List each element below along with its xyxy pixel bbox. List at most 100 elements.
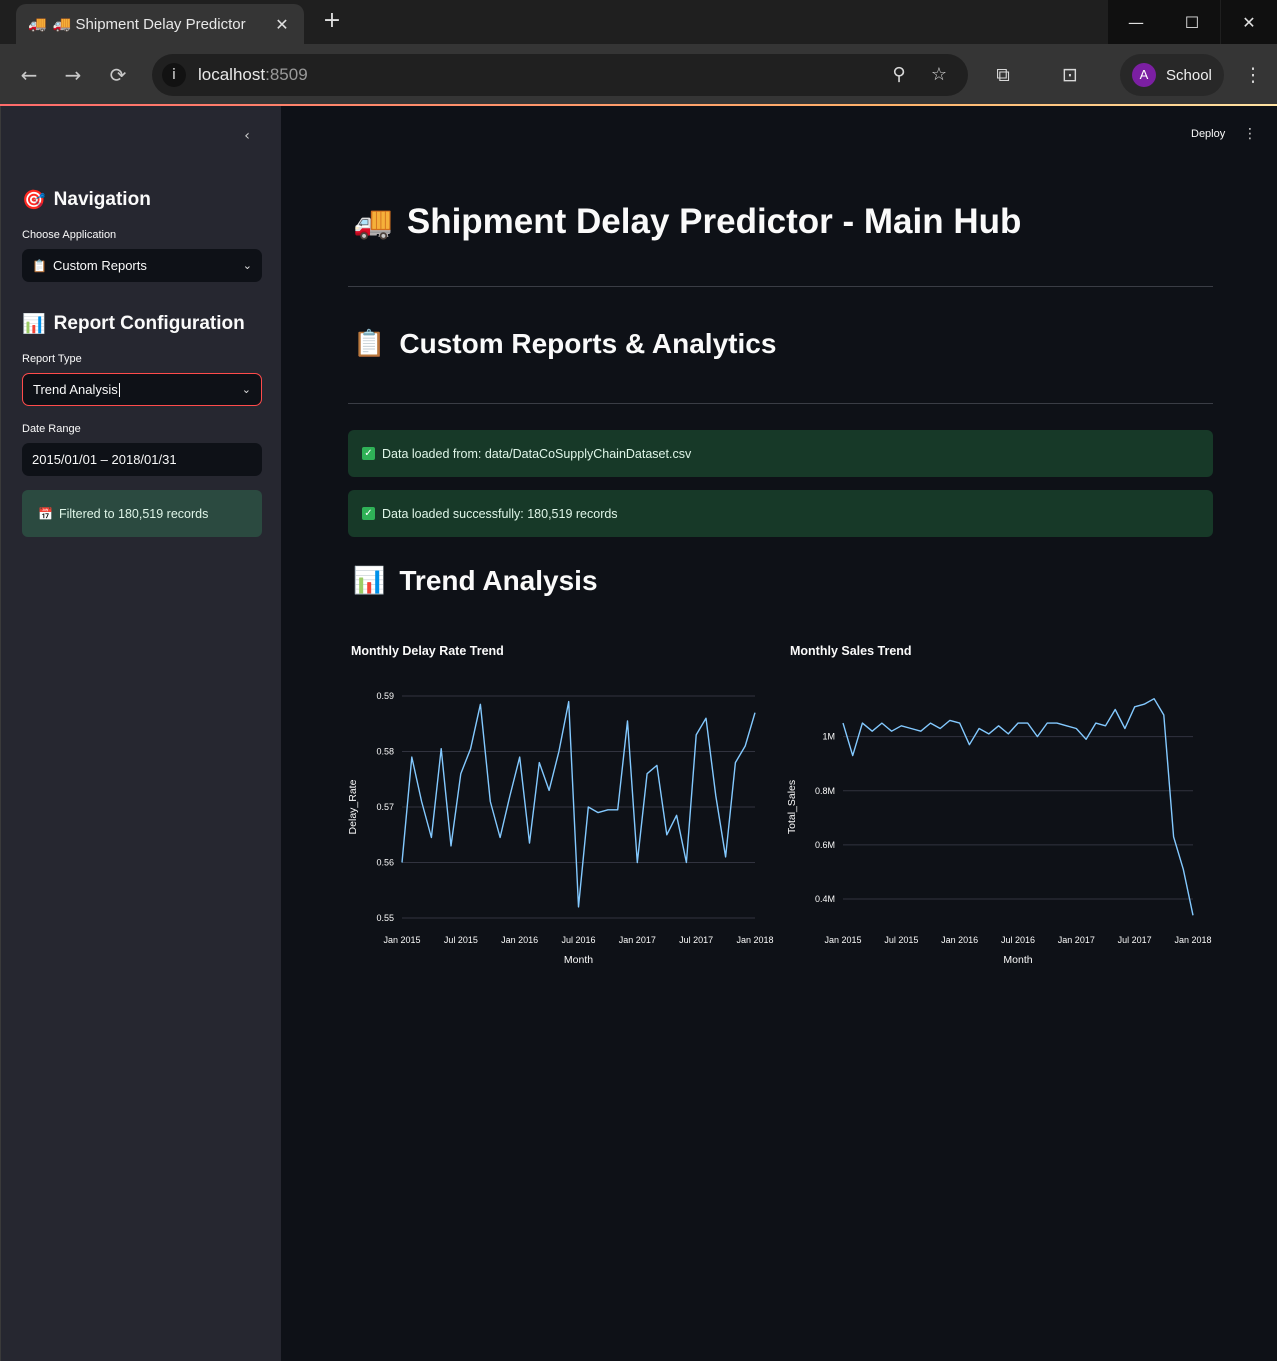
- browser-tab[interactable]: 🚚 🚚 Shipment Delay Predictor ✕: [16, 4, 304, 44]
- report-type-label: Report Type: [22, 353, 82, 365]
- address-url[interactable]: localhost:8509: [198, 65, 308, 85]
- tab-title: 🚚 Shipment Delay Predictor: [52, 16, 246, 33]
- profile-button[interactable]: A School: [1120, 54, 1224, 96]
- divider: [348, 286, 1213, 287]
- x-tick-label: Jan 2017: [619, 935, 656, 945]
- target-icon: 🎯: [22, 189, 46, 211]
- x-tick-label: Jan 2018: [1174, 935, 1211, 945]
- window-close-button[interactable]: ✕: [1221, 0, 1277, 44]
- x-tick-label: Jan 2018: [736, 935, 773, 945]
- application-select-value: Custom Reports: [52, 258, 147, 273]
- filter-info-text: Filtered to 180,519 records: [58, 506, 209, 521]
- window-maximize-button[interactable]: ☐: [1164, 0, 1220, 44]
- success-alert-text: Data loaded successfully: 180,519 record…: [382, 506, 618, 521]
- x-tick-label: Jul 2015: [444, 935, 478, 945]
- url-port: :8509: [265, 65, 308, 84]
- y-axis-label: Delay_Rate: [348, 779, 359, 834]
- avatar: A: [1132, 63, 1156, 87]
- url-host: localhost: [198, 65, 266, 84]
- chevron-down-icon: ⌄: [241, 383, 251, 396]
- success-alert: ✓ Data loaded from: data/DataCoSupplyCha…: [348, 430, 1213, 477]
- choose-application-label: Choose Application: [22, 229, 117, 241]
- chart-title: Monthly Delay Rate Trend: [351, 644, 504, 658]
- address-bar[interactable]: i localhost:8509 ⚲ ☆: [152, 54, 968, 96]
- site-info-icon[interactable]: i: [162, 63, 186, 87]
- y-tick-label: 1M: [822, 732, 835, 742]
- delay-rate-chart: Monthly Delay Rate Trend 0.55 0.56 0.57 0.5…: [348, 636, 778, 976]
- navigation-heading-text: Navigation: [53, 188, 151, 210]
- profile-name: School: [1166, 66, 1212, 84]
- delay-rate-chart-svg[interactable]: 0.55 0.56 0.57 0.58 0.59 Jan 2015 Jul 2015 Jan …: [348, 666, 778, 976]
- report-configuration-heading: 📊 Report Configuration: [22, 312, 245, 336]
- trend-analysis-heading: 📊 Trend Analysis: [353, 565, 598, 597]
- reload-icon[interactable]: ⟳: [105, 62, 131, 88]
- y-tick-label: 0.6M: [815, 840, 835, 850]
- extensions-icon[interactable]: ⧉: [990, 62, 1016, 88]
- truck-icon: 🚚: [353, 203, 393, 241]
- check-icon: ✓: [362, 447, 375, 460]
- chart-title: Monthly Sales Trend: [790, 644, 912, 658]
- page-title: 🚚 Shipment Delay Predictor - Main Hub: [353, 202, 1021, 242]
- zoom-icon[interactable]: ⚲: [888, 64, 910, 86]
- bar-chart-icon: 📊: [353, 566, 386, 596]
- report-configuration-heading-text: Report Configuration: [53, 312, 245, 334]
- series-line[interactable]: [401, 700, 756, 908]
- back-arrow-icon[interactable]: ←: [16, 62, 42, 88]
- section-heading-text: Custom Reports & Analytics: [399, 328, 777, 359]
- report-type-select[interactable]: Trend Analysis ⌄: [22, 373, 262, 406]
- series-line[interactable]: [842, 698, 1194, 916]
- text-cursor: [118, 382, 120, 397]
- tab-search-icon[interactable]: ⊡: [1057, 62, 1083, 88]
- collapse-sidebar-icon[interactable]: ‹: [237, 128, 257, 148]
- section-heading: 📋 Custom Reports & Analytics: [353, 328, 776, 360]
- x-tick-label: Jul 2015: [884, 935, 918, 945]
- tab-favicon-icon: 🚚: [28, 15, 47, 33]
- x-tick-label: Jul 2017: [1118, 935, 1152, 945]
- deploy-button[interactable]: Deploy: [1191, 128, 1225, 140]
- calendar-icon: 📅: [38, 506, 53, 521]
- sales-chart-svg[interactable]: 0.4M 0.6M 0.8M 1M Jan 2015 Jul 2015 Jan 2016 Ju…: [787, 666, 1217, 976]
- main-content: Deploy ⋮ 🚚 Shipment Delay Predictor - Ma…: [281, 106, 1277, 1361]
- x-tick-label: Jan 2016: [501, 935, 538, 945]
- y-axis-label: Total_Sales: [787, 780, 798, 834]
- bar-chart-icon: 📊: [22, 313, 46, 335]
- check-icon: ✓: [362, 507, 375, 520]
- date-range-label: Date Range: [22, 423, 81, 435]
- x-axis-label: Month: [564, 954, 593, 966]
- new-tab-button[interactable]: +: [318, 8, 346, 36]
- y-tick-label: 0.59: [376, 691, 394, 701]
- divider: [348, 403, 1213, 404]
- report-type-value: Trend Analysis: [33, 382, 118, 397]
- x-tick-label: Jul 2017: [679, 935, 713, 945]
- sidebar: ‹ 🎯 Navigation Choose Application 📋 Cust…: [0, 106, 281, 1361]
- main-menu-icon[interactable]: ⋮: [1243, 126, 1257, 142]
- date-range-value: 2015/01/01 – 2018/01/31: [32, 452, 177, 467]
- browser-toolbar: ← → ⟳ i localhost:8509 ⚲ ☆ ⧉ ⊡ A School …: [0, 44, 1277, 106]
- forward-arrow-icon[interactable]: →: [60, 62, 86, 88]
- window-minimize-button[interactable]: —: [1108, 0, 1164, 44]
- x-tick-label: Jan 2016: [941, 935, 978, 945]
- y-tick-label: 0.57: [376, 802, 394, 812]
- trend-analysis-heading-text: Trend Analysis: [399, 565, 598, 596]
- navigation-heading: 🎯 Navigation: [22, 188, 151, 212]
- chevron-down-icon: ⌄: [242, 259, 252, 272]
- application-select[interactable]: 📋 Custom Reports ⌄: [22, 249, 262, 282]
- y-tick-label: 0.4M: [815, 894, 835, 904]
- x-tick-label: Jul 2016: [1001, 935, 1035, 945]
- x-tick-label: Jan 2017: [1058, 935, 1095, 945]
- success-alert: ✓ Data loaded successfully: 180,519 reco…: [348, 490, 1213, 537]
- clipboard-icon: 📋: [353, 329, 386, 359]
- x-tick-label: Jan 2015: [383, 935, 420, 945]
- x-tick-label: Jan 2015: [824, 935, 861, 945]
- y-tick-label: 0.56: [376, 858, 394, 868]
- clipboard-icon: 📋: [32, 258, 47, 273]
- bookmark-star-icon[interactable]: ☆: [928, 64, 950, 86]
- date-range-input[interactable]: 2015/01/01 – 2018/01/31: [22, 443, 262, 476]
- tab-close-icon[interactable]: ✕: [272, 15, 292, 34]
- y-tick-label: 0.8M: [815, 786, 835, 796]
- x-axis-label: Month: [1003, 954, 1032, 966]
- browser-menu-icon[interactable]: ⋮: [1240, 62, 1266, 88]
- page-title-text: Shipment Delay Predictor - Main Hub: [406, 202, 1022, 241]
- x-tick-label: Jul 2016: [561, 935, 595, 945]
- y-tick-label: 0.55: [376, 913, 394, 923]
